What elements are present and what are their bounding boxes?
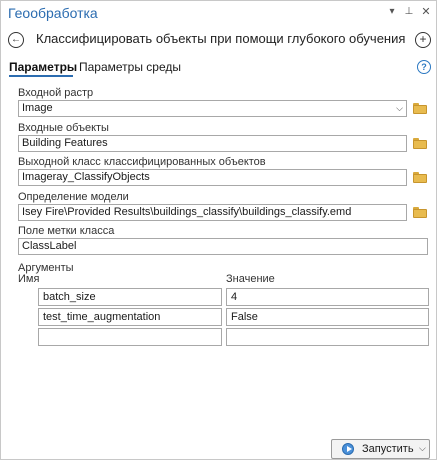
- model-def-value: Isey Fire\Provided Results\buildings_cla…: [22, 206, 352, 218]
- active-tab-indicator: [9, 75, 73, 77]
- argument-name-cell[interactable]: [38, 328, 222, 346]
- geoprocessing-pane: Геообработка ▾ ⊥ ✕ ← Классифицировать об…: [0, 0, 437, 460]
- tool-title: Классифицировать объекты при помощи глуб…: [36, 31, 406, 46]
- argument-value-cell[interactable]: False: [226, 308, 429, 326]
- arguments-col-value: Значение: [226, 273, 275, 285]
- input-raster-label: Входной растр: [18, 87, 94, 99]
- input-features-value: Building Features: [22, 137, 108, 149]
- run-button[interactable]: Запустить ⌵: [331, 439, 430, 459]
- run-button-label: Запустить: [362, 443, 414, 455]
- arguments-col-name: Имя: [18, 273, 40, 285]
- close-icon[interactable]: ✕: [420, 6, 432, 18]
- tab-bar: Параметры Параметры среды ?: [1, 58, 436, 78]
- title-bar: Геообработка ▾ ⊥ ✕: [1, 1, 436, 25]
- folder-icon[interactable]: [413, 172, 427, 183]
- argument-value-cell[interactable]: [226, 328, 429, 346]
- chevron-down-icon[interactable]: ⌵: [396, 101, 403, 116]
- output-class-label: Выходной класс классифицированных объект…: [18, 156, 266, 168]
- folder-icon[interactable]: [413, 103, 427, 114]
- input-features-field[interactable]: Building Features: [18, 135, 407, 152]
- class-label-field-input[interactable]: ClassLabel: [18, 238, 428, 255]
- argument-name-cell[interactable]: test_time_augmentation: [38, 308, 222, 326]
- tab-environments[interactable]: Параметры среды: [79, 60, 181, 74]
- input-raster-combo[interactable]: Image ⌵: [18, 100, 407, 117]
- tool-header: ← Классифицировать объекты при помощи гл…: [1, 27, 436, 53]
- help-icon[interactable]: ?: [417, 60, 431, 74]
- pin-icon[interactable]: ⊥: [403, 6, 415, 18]
- output-class-value: Imageray_ClassifyObjects: [22, 171, 150, 183]
- chevron-down-icon[interactable]: ▾: [386, 6, 398, 18]
- class-label-field-value: ClassLabel: [22, 240, 77, 252]
- folder-icon[interactable]: [413, 138, 427, 149]
- folder-icon[interactable]: [413, 207, 427, 218]
- output-class-field[interactable]: Imageray_ClassifyObjects: [18, 169, 407, 186]
- model-def-label: Определение модели: [18, 191, 129, 203]
- run-play-icon: [342, 443, 354, 455]
- class-label-field-label: Поле метки класса: [18, 225, 115, 237]
- argument-value-cell[interactable]: 4: [226, 288, 429, 306]
- pane-title: Геообработка: [8, 5, 98, 21]
- tab-parameters[interactable]: Параметры: [9, 60, 77, 74]
- model-def-field[interactable]: Isey Fire\Provided Results\buildings_cla…: [18, 204, 407, 221]
- chevron-down-icon[interactable]: ⌵: [419, 443, 426, 454]
- add-plus-icon[interactable]: +: [415, 32, 431, 48]
- back-arrow-icon[interactable]: ←: [8, 32, 24, 48]
- input-features-label: Входные объекты: [18, 122, 109, 134]
- argument-name-cell[interactable]: batch_size: [38, 288, 222, 306]
- input-raster-value: Image: [22, 102, 53, 114]
